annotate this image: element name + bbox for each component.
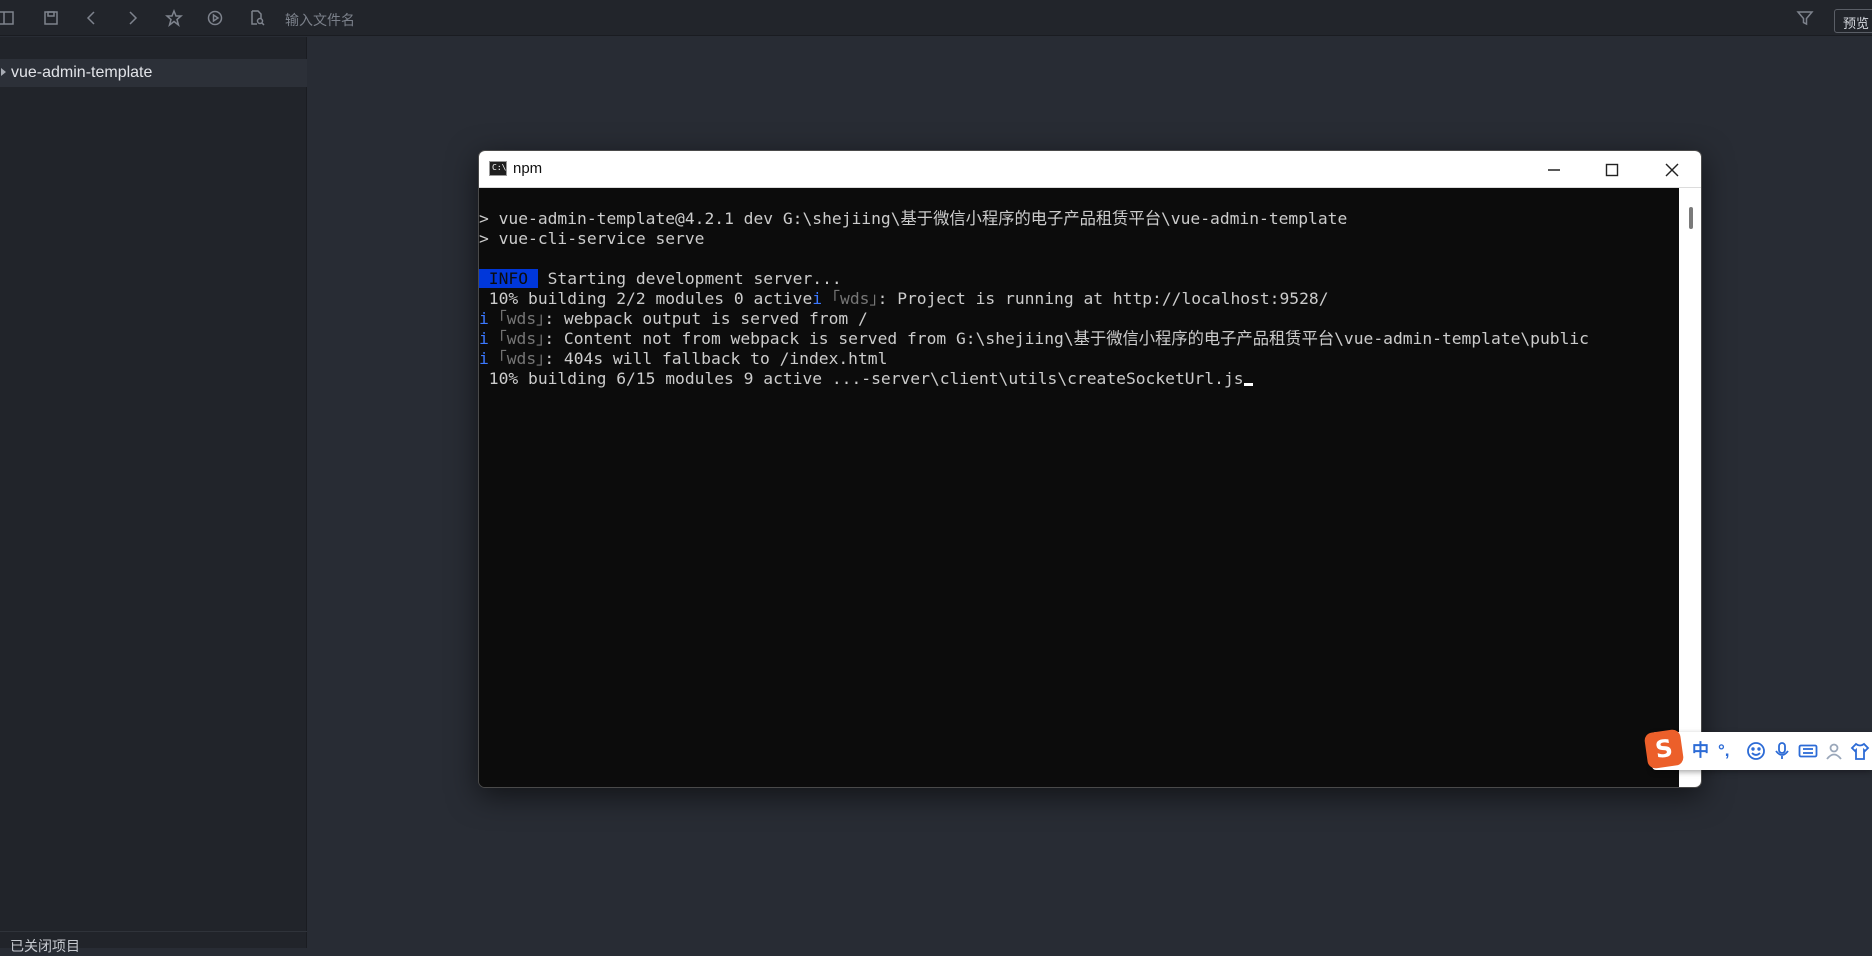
keyboard-icon[interactable] — [1798, 741, 1818, 761]
minimize-button[interactable] — [1525, 151, 1583, 188]
sidebar-item-project[interactable]: vue-admin-template — [0, 59, 307, 87]
ime-punct-toggle[interactable]: °, — [1718, 741, 1730, 761]
minimize-icon — [1548, 168, 1560, 171]
terminal-line: i ｢wds｣: webpack output is served from / — [479, 309, 868, 328]
chevron-right-icon — [1, 68, 6, 76]
terminal-line: 10% building 6/15 modules 9 active ...-s… — [479, 369, 1679, 389]
terminal-scrollbar[interactable] — [1679, 188, 1701, 787]
cmd-icon: C:\ — [489, 161, 507, 176]
shirt-icon[interactable] — [1850, 741, 1870, 761]
terminal-output[interactable]: > vue-admin-template@4.2.1 dev G:\shejii… — [479, 188, 1679, 787]
text-cursor — [1243, 383, 1253, 386]
project-label: vue-admin-template — [11, 64, 153, 81]
filter-icon[interactable] — [1795, 8, 1815, 28]
terminal-window: C:\ npm > vue-admin-template@4.2.1 dev G… — [478, 150, 1702, 788]
terminal-line: i ｢wds｣: 404s will fallback to /index.ht… — [479, 349, 888, 368]
top-toolbar: 输入文件名 预览 — [0, 0, 1872, 36]
forward-icon[interactable] — [122, 8, 142, 28]
user-icon[interactable] — [1824, 741, 1844, 761]
terminal-line: > vue-admin-template@4.2.1 dev G:\shejii… — [479, 209, 1348, 228]
ime-mode-toggle[interactable]: 中 — [1692, 741, 1709, 761]
sogou-logo-icon[interactable]: S — [1643, 728, 1685, 770]
file-search-icon — [247, 8, 267, 28]
project-sidebar: vue-admin-template 已关闭项目 — [0, 37, 307, 954]
terminal-titlebar[interactable]: C:\ npm — [479, 151, 1701, 188]
save-icon[interactable] — [41, 8, 61, 28]
emoji-icon[interactable] — [1746, 741, 1766, 761]
preview-button[interactable]: 预览 — [1834, 9, 1872, 33]
terminal-title: npm — [513, 160, 543, 177]
layout-icon[interactable] — [0, 8, 16, 28]
terminal-line: > vue-cli-service serve — [479, 229, 705, 248]
closed-projects-label: 已关闭项目 — [10, 938, 80, 954]
scrollbar-thumb[interactable] — [1689, 207, 1693, 229]
star-icon[interactable] — [164, 8, 184, 28]
maximize-button[interactable] — [1583, 151, 1641, 188]
terminal-line: INFO Starting development server... — [479, 269, 842, 288]
closed-projects-section[interactable]: 已关闭项目 — [0, 931, 307, 954]
info-badge: INFO — [479, 269, 538, 288]
maximize-icon — [1605, 163, 1619, 176]
mic-icon[interactable] — [1772, 741, 1792, 761]
file-search-input[interactable]: 输入文件名 — [285, 10, 355, 30]
back-icon[interactable] — [82, 8, 102, 28]
close-icon — [1665, 163, 1679, 176]
close-button[interactable] — [1643, 151, 1701, 188]
terminal-line: i ｢wds｣: Content not from webpack is ser… — [479, 329, 1589, 348]
run-icon[interactable] — [205, 8, 225, 28]
ime-toolbar: S 中 °, — [1643, 728, 1872, 770]
terminal-line: 10% building 2/2 modules 0 activei ｢wds｣… — [479, 289, 1329, 308]
